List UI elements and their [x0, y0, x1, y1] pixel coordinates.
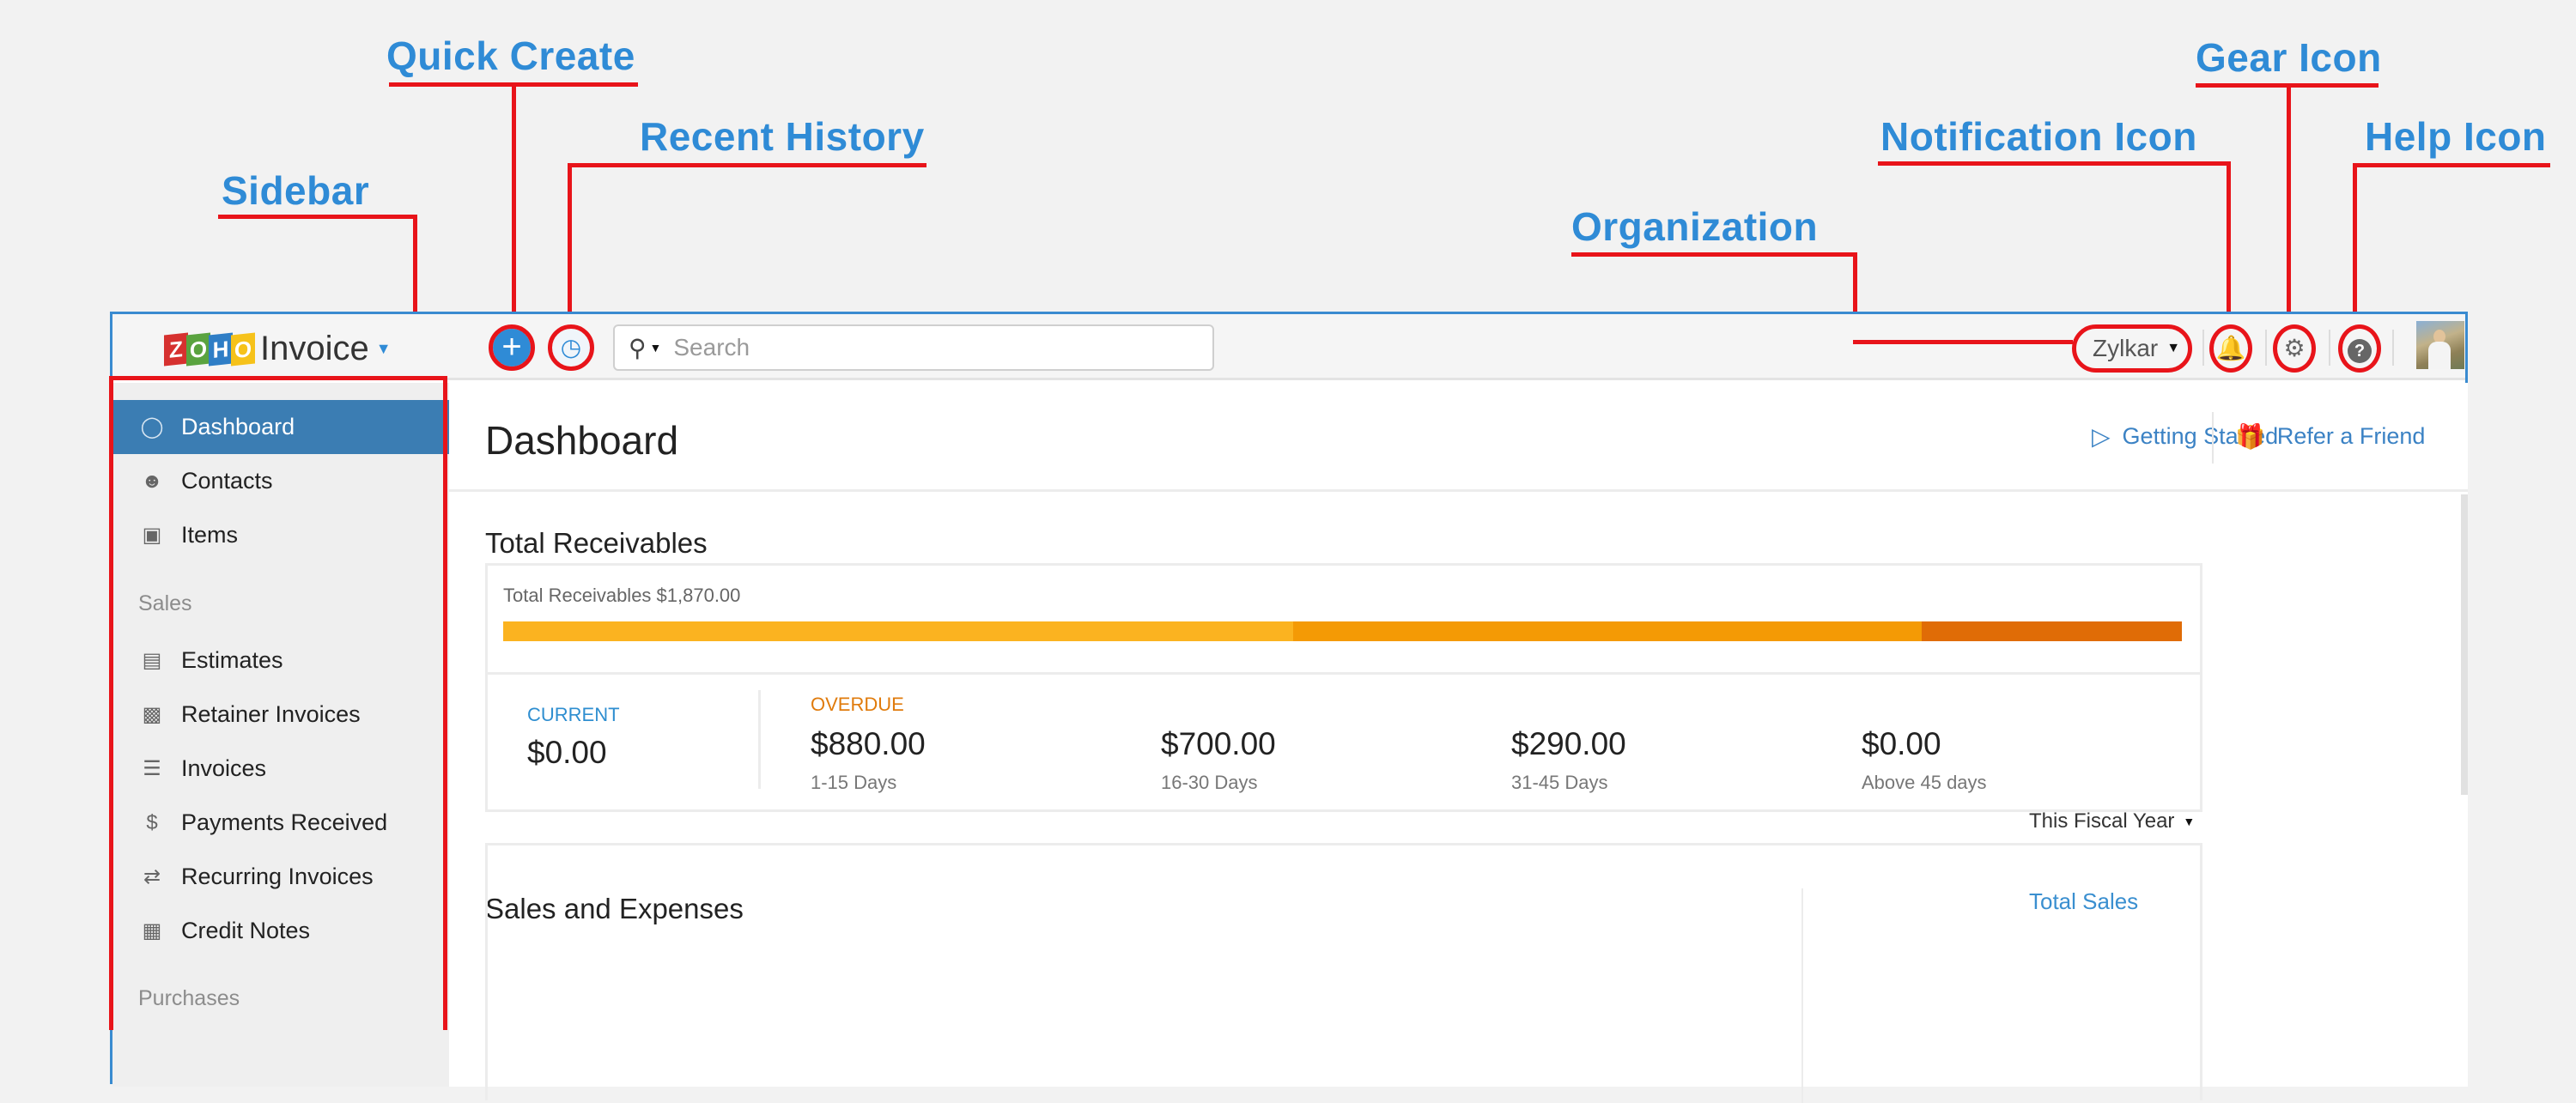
- annotation-label: Help Icon: [2365, 114, 2547, 159]
- overdue-label: OVERDUE: [811, 694, 904, 715]
- card-divider: [1801, 888, 1803, 1103]
- gift-icon: 🎁: [2235, 423, 2265, 450]
- search-input[interactable]: [673, 334, 1155, 361]
- app-window: Z O H O Invoice ▼ + ◷ ⚲ ▼ Zylkar ▼: [110, 312, 2468, 1103]
- play-circle-icon: ▷: [2092, 423, 2111, 450]
- app-logo[interactable]: Z O H O Invoice ▼: [164, 330, 392, 368]
- bucket-value[interactable]: $290.00: [1511, 726, 1626, 762]
- annotation-underline: [1878, 161, 2230, 166]
- period-label: This Fiscal Year: [2029, 809, 2175, 833]
- receivables-total-caption: Total Receivables $1,870.00: [503, 585, 741, 606]
- annotation-label: Recent History: [640, 114, 925, 159]
- receivables-heading: Total Receivables: [485, 527, 708, 559]
- bucket-value[interactable]: $0.00: [1862, 726, 1941, 762]
- annotation-label: Sidebar: [222, 168, 370, 213]
- sales-expenses-card: Total Sales: [485, 843, 2202, 1103]
- current-value: $0.00: [527, 735, 607, 770]
- header-divider: [2392, 330, 2394, 366]
- user-avatar[interactable]: [2416, 321, 2464, 369]
- receivables-summary: Total Receivables $1,870.00: [488, 566, 2200, 675]
- annotation-leader: [568, 163, 572, 328]
- total-sales-label: Total Sales: [2029, 888, 2139, 914]
- annotation-leader: [2227, 161, 2231, 326]
- bucket-value[interactable]: $700.00: [1161, 726, 1276, 762]
- zoho-logo: Z O H O: [164, 332, 255, 366]
- zoho-logo-letter: H: [209, 332, 233, 366]
- annotation-ring: [2273, 324, 2316, 373]
- current-label: CURRENT: [527, 704, 620, 725]
- receivables-bar-segment[interactable]: [503, 621, 1293, 641]
- annotation-ring: [2209, 324, 2252, 373]
- annotation-leader: [2287, 83, 2291, 326]
- zoho-logo-letter: O: [186, 332, 210, 366]
- annotation-underline: [218, 215, 417, 219]
- zoho-logo-letter: Z: [164, 332, 188, 366]
- page-header: Dashboard ▷ Getting Started 🎁 Refer a Fr…: [449, 383, 2468, 492]
- header-divider: [2212, 412, 2214, 464]
- annotation-label: Notification Icon: [1880, 114, 2197, 159]
- search-icon[interactable]: ⚲: [629, 334, 647, 362]
- receivables-bar: [503, 621, 2182, 641]
- receivables-bar-segment[interactable]: [1293, 621, 1922, 641]
- annotation-leader: [2353, 163, 2357, 326]
- receivables-bar-segment[interactable]: [1921, 621, 2182, 641]
- search-filter-caret-icon[interactable]: ▼: [650, 341, 662, 355]
- top-header: Z O H O Invoice ▼ + ◷ ⚲ ▼ Zylkar ▼: [112, 314, 2465, 380]
- app-switcher-caret-icon[interactable]: ▼: [376, 340, 392, 358]
- annotation-leader: [512, 84, 516, 330]
- refer-friend-link[interactable]: 🎁 Refer a Friend: [2235, 422, 2425, 451]
- chevron-down-icon: ▼: [2183, 815, 2196, 828]
- annotation-connector: [1853, 340, 2073, 344]
- bucket-range: 1-15 Days: [811, 772, 897, 793]
- page-title: Dashboard: [485, 418, 679, 463]
- annotation-ring: [548, 324, 594, 371]
- header-divider: [2202, 330, 2204, 366]
- receivables-card: Total Receivables $1,870.00 CURRENT $0.0…: [485, 563, 2202, 812]
- app-name: Invoice: [260, 330, 369, 367]
- zoho-logo-letter: O: [231, 332, 255, 366]
- annotation-ring: [2072, 324, 2192, 373]
- annotation-label: Gear Icon: [2196, 35, 2382, 80]
- annotation-underline: [2353, 163, 2550, 167]
- annotation-underline: [568, 163, 927, 167]
- bucket-value[interactable]: $880.00: [811, 726, 926, 762]
- breakdown-divider: [758, 690, 761, 789]
- bucket-range: 16-30 Days: [1161, 772, 1258, 793]
- main-content: Dashboard ▷ Getting Started 🎁 Refer a Fr…: [449, 383, 2468, 1103]
- receivables-breakdown: CURRENT $0.00 OVERDUE $880.00 1-15 Days …: [488, 675, 2200, 809]
- refer-friend-label: Refer a Friend: [2276, 423, 2426, 449]
- header-divider: [2265, 330, 2267, 366]
- vertical-scrollbar[interactable]: [2461, 494, 2468, 795]
- annotation-label: Quick Create: [386, 33, 635, 78]
- header-divider: [2329, 330, 2330, 366]
- avatar-image: [2428, 342, 2451, 369]
- search-box[interactable]: ⚲ ▼: [613, 324, 1214, 371]
- annotation-label: Organization: [1571, 204, 1819, 249]
- bucket-range: Above 45 days: [1862, 772, 1987, 793]
- annotation-ring: [489, 324, 535, 371]
- bucket-range: 31-45 Days: [1511, 772, 1608, 793]
- annotation-ring: [2338, 324, 2381, 373]
- annotation-underline: [1571, 252, 1856, 257]
- annotation-sidebar-box: [109, 376, 447, 1030]
- period-dropdown[interactable]: This Fiscal Year ▼: [2029, 809, 2195, 833]
